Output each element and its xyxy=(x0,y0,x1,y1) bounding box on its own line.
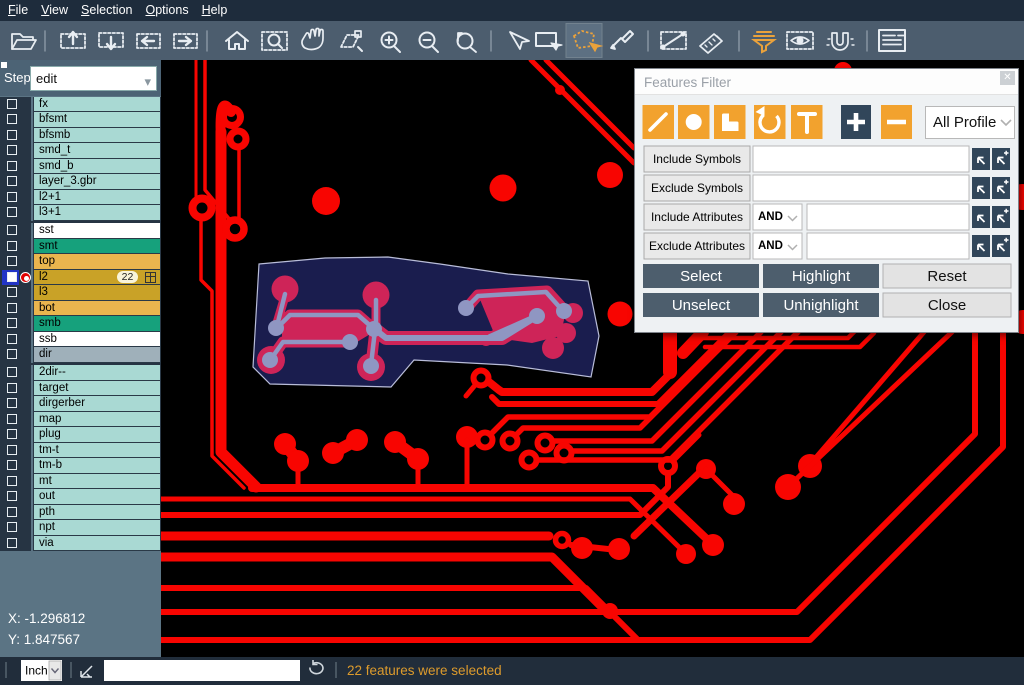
svg-text:Reset: Reset xyxy=(927,268,967,285)
svg-text:Highlight: Highlight xyxy=(792,268,851,285)
svg-text:Include Symbols: Include Symbols xyxy=(653,152,741,166)
svg-text:22 features were selected: 22 features were selected xyxy=(347,663,502,678)
svg-text:AND: AND xyxy=(758,240,783,252)
svg-text:Exclude Attributes: Exclude Attributes xyxy=(649,239,745,253)
svg-text:Unhighlight: Unhighlight xyxy=(783,297,859,314)
svg-text:Inch: Inch xyxy=(25,664,48,678)
svg-text:All Profile: All Profile xyxy=(933,114,996,131)
svg-text:Select: Select xyxy=(680,268,723,285)
svg-text:Unselect: Unselect xyxy=(672,297,731,314)
svg-text:Exclude Symbols: Exclude Symbols xyxy=(651,181,743,195)
svg-text:Close: Close xyxy=(928,297,966,314)
svg-text:AND: AND xyxy=(758,211,783,223)
svg-text:Include Attributes: Include Attributes xyxy=(651,210,743,224)
